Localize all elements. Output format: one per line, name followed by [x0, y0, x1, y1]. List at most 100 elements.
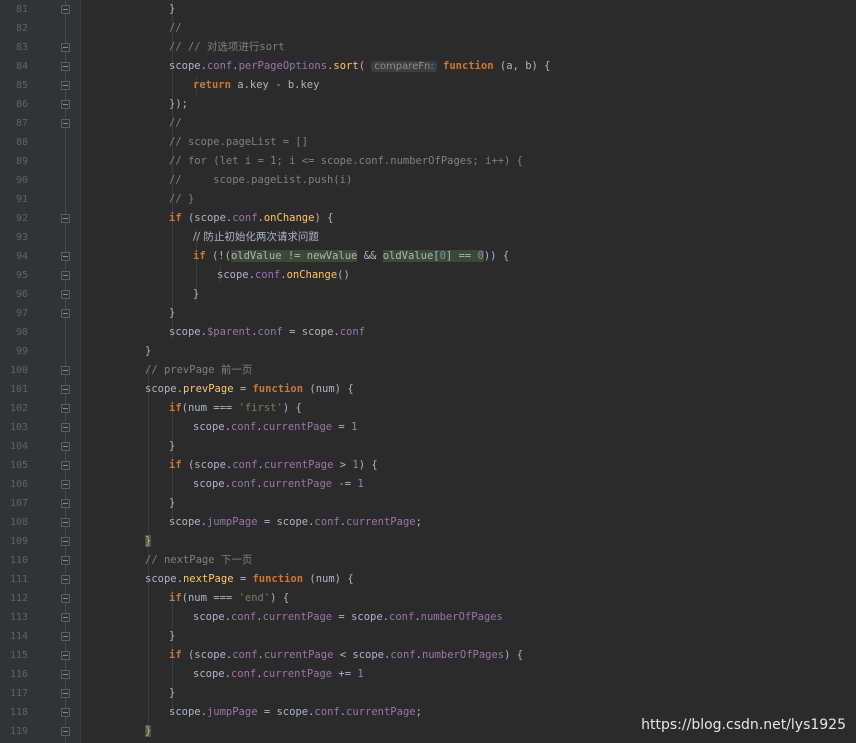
code-line-114: } [169, 630, 176, 642]
line-number: 105 [9, 460, 28, 471]
line-number: 81 [15, 4, 28, 15]
fold-toggle-icon[interactable] [61, 309, 70, 318]
fold-toggle-icon[interactable] [61, 480, 70, 489]
code-line-90: // scope.pageList.push(i) [169, 171, 352, 190]
code-line-105: if (scope.conf.currentPage > 1) { [169, 459, 378, 471]
code-line-111: scope.nextPage = function (num) { [145, 573, 354, 585]
comment: // [169, 117, 182, 129]
code-line-85: return a.key - b.key [193, 79, 320, 91]
fold-toggle-icon[interactable] [61, 613, 70, 622]
highlighted-expression: oldValue[ [382, 250, 440, 262]
fold-toggle-icon[interactable] [61, 62, 70, 71]
code-line-108: scope.jumpPage = scope.conf.currentPage; [169, 516, 422, 528]
fold-toggle-icon[interactable] [61, 214, 70, 223]
fold-toggle-icon[interactable] [61, 537, 70, 546]
line-number: 98 [15, 327, 28, 338]
code-line-106: scope.conf.currentPage -= 1 [193, 478, 364, 490]
fold-toggle-icon[interactable] [61, 100, 70, 109]
code-line-117: } [169, 687, 176, 699]
comment: // [169, 22, 182, 34]
fold-toggle-icon[interactable] [61, 708, 70, 717]
comment: // for (let i = 1; i <= scope.conf.numbe… [169, 155, 524, 167]
fold-toggle-icon[interactable] [61, 670, 70, 679]
line-number: 87 [15, 118, 28, 129]
comment: // scope.pageList.push(i) [169, 174, 353, 186]
comment: // nextPage 下一页 [145, 554, 253, 566]
code-line-89: // for (let i = 1; i <= scope.conf.numbe… [169, 152, 523, 171]
code-line-107: } [169, 497, 176, 509]
line-number: 104 [9, 441, 28, 452]
line-number: 116 [9, 669, 28, 680]
code-line-96: } [193, 288, 200, 300]
line-number: 88 [15, 137, 28, 148]
code-line-119: } [145, 722, 152, 741]
fold-toggle-icon[interactable] [61, 442, 70, 451]
fold-toggle-icon[interactable] [61, 81, 70, 90]
fold-toggle-icon[interactable] [61, 575, 70, 584]
code-line-93: // 防止初始化两次请求问题 [193, 228, 319, 247]
line-number: 118 [9, 707, 28, 718]
code-line-113: scope.conf.currentPage = scope.conf.numb… [193, 611, 503, 623]
line-number: 97 [15, 308, 28, 319]
comment: // prevPage 前一页 [145, 364, 253, 376]
fold-toggle-icon[interactable] [61, 366, 70, 375]
fold-toggle-icon[interactable] [61, 689, 70, 698]
fold-toggle-icon[interactable] [61, 252, 70, 261]
line-number: 102 [9, 403, 28, 414]
code-line-97: } [169, 307, 176, 319]
line-number: 109 [9, 536, 28, 547]
code-line-102: if(num === 'first') { [169, 402, 302, 414]
fold-toggle-icon[interactable] [61, 119, 70, 128]
code-line-82: // [169, 19, 182, 38]
line-number: 92 [15, 213, 28, 224]
line-number: 84 [15, 61, 28, 72]
fold-toggle-icon[interactable] [61, 423, 70, 432]
comment: // } [169, 193, 195, 205]
highlighted-expression: oldValue != newValue [230, 250, 358, 262]
line-number: 85 [15, 80, 28, 91]
fold-toggle-icon[interactable] [61, 499, 70, 508]
code-line-115: if (scope.conf.currentPage < scope.conf.… [169, 649, 524, 661]
line-number: 95 [15, 270, 28, 281]
line-number: 100 [9, 365, 28, 376]
line-number: 83 [15, 42, 28, 53]
fold-toggle-icon[interactable] [61, 727, 70, 736]
watermark-url: https://blog.csdn.net/lys1925 [641, 717, 846, 733]
fold-toggle-icon[interactable] [61, 518, 70, 527]
line-number: 112 [9, 593, 28, 604]
code-area[interactable]: } // // // 对选项进行sort scope.conf.perPageO… [81, 0, 856, 743]
fold-toggle-icon[interactable] [61, 461, 70, 470]
code-line-87: // [169, 114, 182, 133]
code-line-110: // nextPage 下一页 [145, 551, 252, 570]
fold-toggle-icon[interactable] [61, 632, 70, 641]
code-line-100: // prevPage 前一页 [145, 361, 252, 380]
comment: // scope.pageList = [] [169, 136, 309, 148]
code-line-99: } [145, 345, 152, 357]
fold-toggle-icon[interactable] [61, 651, 70, 660]
line-number: 106 [9, 479, 28, 490]
line-number: 96 [15, 289, 28, 300]
line-number: 111 [9, 574, 28, 585]
line-number: 117 [9, 688, 28, 699]
comment: // 防止初始化两次请求问题 [193, 231, 319, 243]
line-number: 99 [15, 346, 28, 357]
fold-toggle-icon[interactable] [61, 271, 70, 280]
fold-toggle-icon[interactable] [61, 290, 70, 299]
line-number: 90 [15, 175, 28, 186]
fold-toggle-icon[interactable] [61, 5, 70, 14]
fold-toggle-icon[interactable] [61, 404, 70, 413]
line-number: 101 [9, 384, 28, 395]
fold-toggle-icon[interactable] [61, 43, 70, 52]
fold-toggle-icon[interactable] [61, 594, 70, 603]
code-line-91: // } [169, 190, 194, 209]
code-line-81: } [169, 3, 176, 15]
line-number: 103 [9, 422, 28, 433]
code-editor[interactable]: 81 82 83 84 85 86 87 88 89 90 91 92 93 94 95 96 97 98 99 10… [0, 0, 856, 743]
code-line-84: scope.conf.perPageOptions.sort( compareF… [169, 60, 551, 72]
line-number: 114 [9, 631, 28, 642]
fold-toggle-icon[interactable] [61, 556, 70, 565]
code-line-98: scope.$parent.conf = scope.conf [169, 326, 366, 338]
code-line-101: scope.prevPage = function (num) { [145, 383, 354, 395]
code-line-116: scope.conf.currentPage += 1 [193, 668, 364, 680]
fold-toggle-icon[interactable] [61, 385, 70, 394]
